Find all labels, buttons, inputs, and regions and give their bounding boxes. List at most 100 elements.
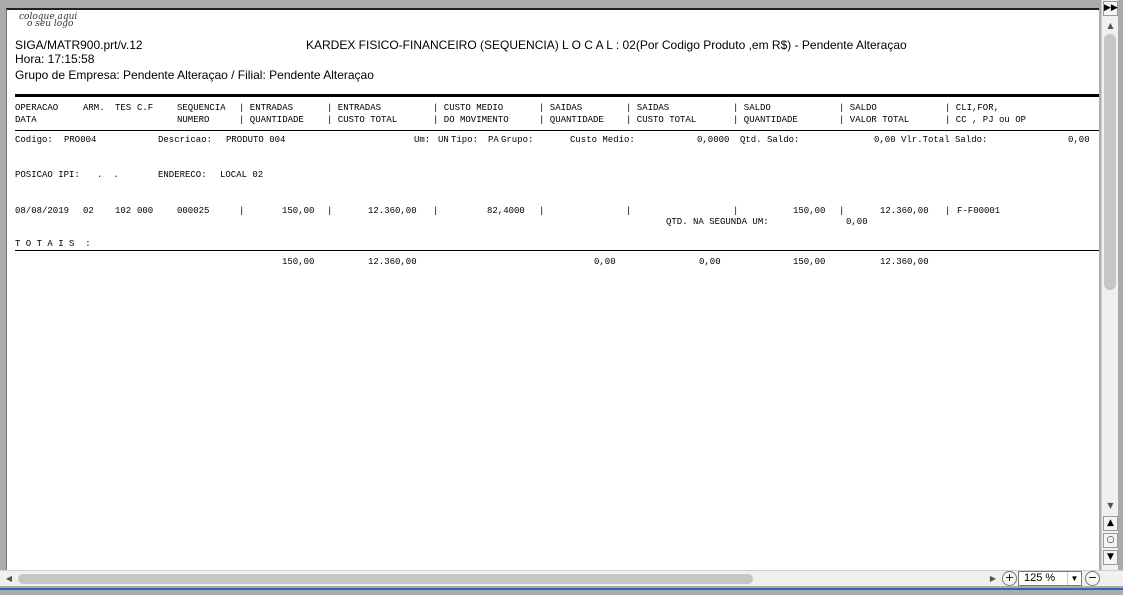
col-custo-medio: | CUSTO MEDIO: [433, 103, 504, 113]
qtd-saldo-value: 0,00: [874, 135, 896, 145]
scroll-left-arrow-icon[interactable]: ◀: [3, 573, 15, 585]
col-saidas-2: | SAIDAS: [626, 103, 670, 113]
pipe: |: [839, 206, 845, 216]
pipe: |: [239, 206, 245, 216]
totais-divider: [15, 250, 1099, 251]
tipo-value: PA: [488, 135, 499, 145]
mov-data: 08/08/2019: [15, 206, 70, 216]
mov-entradas-custo: 12.360,00: [368, 206, 417, 216]
header-divider: [15, 94, 1099, 97]
col-entradas-custo-total: | CUSTO TOTAL: [327, 115, 398, 125]
totais-entradas-qtd: 150,00: [282, 257, 315, 267]
col-saidas-custo-total: | CUSTO TOTAL: [626, 115, 697, 125]
mov-cli-for: F-F00001: [957, 206, 1001, 216]
qtd-saldo-label: Qtd. Saldo:: [740, 135, 800, 145]
totais-saidas-qtd: 0,00: [594, 257, 616, 267]
pipe: |: [733, 206, 739, 216]
col-arm: ARM.: [83, 103, 105, 113]
pipe: |: [539, 206, 545, 216]
company-group: Grupo de Empresa: Pendente Alteraçao / F…: [15, 68, 374, 82]
mov-cf: 000: [137, 206, 154, 216]
segunda-um-value: 0,00: [846, 217, 868, 227]
tipo-label: Tipo:: [451, 135, 479, 145]
col-saldo-quantidade: | QUANTIDADE: [733, 115, 798, 125]
custo-medio-label: Custo Medio:: [570, 135, 635, 145]
endereco-value: LOCAL 02: [220, 170, 264, 180]
descricao-label: Descricao:: [158, 135, 213, 145]
totais-entradas-custo: 12.360,00: [368, 257, 417, 267]
codigo-label: Codigo:: [15, 135, 53, 145]
scroll-right-arrow-icon[interactable]: ▶: [987, 573, 999, 585]
posicao-ipi-label: POSICAO IPI:: [15, 170, 80, 180]
pipe: |: [327, 206, 333, 216]
pipe: |: [626, 206, 632, 216]
previous-page-icon[interactable]: ▲: [1103, 516, 1118, 531]
program-version: SIGA/MATR900.prt/v.12: [15, 38, 143, 52]
um-value: UN: [438, 135, 449, 145]
mov-tes: 102: [115, 206, 132, 216]
scroll-down-arrow-icon[interactable]: ▼: [1104, 500, 1117, 512]
report-viewer: coloque aqui o seu logo SIGA/MATR900.prt…: [0, 0, 1123, 595]
totais-saidas-custo: 0,00: [699, 257, 721, 267]
mov-saldo-valor: 12.360,00: [880, 206, 929, 216]
segunda-um-label: QTD. NA SEGUNDA UM:: [666, 217, 769, 227]
chevron-down-icon[interactable]: ▼: [1067, 572, 1081, 585]
col-saldo-1: | SALDO: [733, 103, 771, 113]
col-numero: NUMERO: [177, 115, 210, 125]
columns-divider: [15, 130, 1099, 131]
report-title: KARDEX FISICO-FINANCEIRO (SEQUENCIA) L O…: [306, 38, 907, 52]
horizontal-scrollbar[interactable]: ◀ ▶: [0, 570, 1000, 586]
col-entradas-2: | ENTRADAS: [327, 103, 382, 113]
posicao-ipi-value: . .: [97, 170, 119, 180]
scroll-up-arrow-icon[interactable]: ▲: [1104, 20, 1117, 32]
totais-saldo-valor: 12.360,00: [880, 257, 929, 267]
horizontal-scroll-thumb[interactable]: [18, 574, 753, 584]
col-cli-for: | CLI,FOR,: [945, 103, 1000, 113]
mov-arm: 02: [83, 206, 94, 216]
col-cf: C.F: [137, 103, 154, 113]
custo-medio-value: 0,0000: [697, 135, 730, 145]
status-line: [0, 586, 1123, 595]
zoom-level-select[interactable]: 125 % ▼: [1018, 571, 1082, 586]
logo-line-2: o seu logo: [27, 19, 74, 29]
col-cc-pj-op: | CC , PJ ou OP: [945, 115, 1027, 125]
last-page-icon[interactable]: ▶▶: [1103, 1, 1118, 16]
col-entradas-quantidade: | QUANTIDADE: [239, 115, 304, 125]
mov-sequencia: 000025: [177, 206, 210, 216]
vlr-total-label: Vlr.Total Saldo:: [901, 135, 988, 145]
totais-label: T O T A I S :: [15, 239, 91, 249]
col-entradas-1: | ENTRADAS: [239, 103, 294, 113]
col-saldo-valor-total: | VALOR TOTAL: [839, 115, 910, 125]
zoom-toolbar: + 125 % ▼ −: [1000, 570, 1123, 586]
codigo-value: PRO004: [64, 135, 97, 145]
report-page: coloque aqui o seu logo SIGA/MATR900.prt…: [6, 8, 1099, 570]
vlr-total-value: 0,00: [1068, 135, 1090, 145]
descricao-value: PRODUTO 004: [226, 135, 286, 145]
zoom-in-icon[interactable]: +: [1002, 571, 1017, 586]
vertical-scroll-thumb[interactable]: [1104, 34, 1116, 290]
pipe: |: [945, 206, 951, 216]
col-saidas-quantidade: | QUANTIDADE: [539, 115, 604, 125]
grupo-label: Grupo:: [501, 135, 534, 145]
mov-entradas-qtd: 150,00: [282, 206, 315, 216]
report-time: Hora: 17:15:58: [15, 52, 95, 66]
status-accent-bar: [0, 588, 1123, 590]
col-saidas-1: | SAIDAS: [539, 103, 583, 113]
col-saldo-2: | SALDO: [839, 103, 877, 113]
mov-custo-medio: 82,4000: [487, 206, 525, 216]
col-operacao: OPERACAO: [15, 103, 59, 113]
totais-saldo-qtd: 150,00: [793, 257, 826, 267]
col-do-movimento: | DO MOVIMENTO: [433, 115, 509, 125]
zoom-out-icon[interactable]: −: [1085, 571, 1100, 586]
mov-saldo-qtd: 150,00: [793, 206, 826, 216]
vertical-scrollbar[interactable]: ▶▶ ▲ ▼ ▲ ○ ▼: [1101, 0, 1118, 570]
col-tes: TES: [115, 103, 132, 113]
company-logo-placeholder: coloque aqui o seu logo: [19, 13, 101, 30]
pipe: |: [433, 206, 439, 216]
col-sequencia: SEQUENCIA: [177, 103, 226, 113]
zoom-level-value: 125 %: [1024, 572, 1056, 584]
endereco-label: ENDERECO:: [158, 170, 207, 180]
um-label: Um:: [414, 135, 431, 145]
next-page-icon[interactable]: ▼: [1103, 550, 1118, 565]
select-page-icon[interactable]: ○: [1103, 533, 1118, 548]
